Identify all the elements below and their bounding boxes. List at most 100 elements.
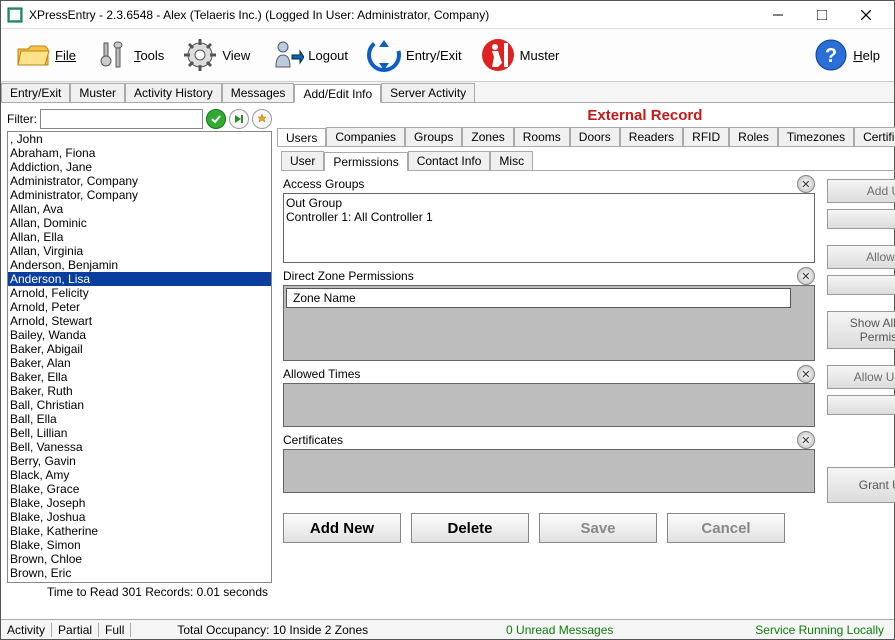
user-list-row[interactable]: Blake, Grace bbox=[8, 482, 271, 496]
user-list-row[interactable]: Arnold, Stewart bbox=[8, 314, 271, 328]
user-list-row[interactable]: Allan, Virginia bbox=[8, 244, 271, 258]
tools-menu[interactable]: Tools bbox=[88, 35, 170, 75]
user-list-row[interactable]: Arnold, Peter bbox=[8, 300, 271, 314]
user-list-row[interactable]: Arnold, Felicity bbox=[8, 286, 271, 300]
right-pane: External Record UsersCompaniesGroupsZone… bbox=[275, 103, 895, 603]
status-bar: Activity Partial Full Total Occupancy: 1… bbox=[1, 619, 894, 639]
save-button[interactable]: Save bbox=[539, 513, 657, 543]
minimize-button[interactable] bbox=[756, 1, 800, 29]
user-list-row[interactable]: Allan, Ava bbox=[8, 202, 271, 216]
user-list-row[interactable]: Allan, Dominic bbox=[8, 216, 271, 230]
maximize-button[interactable] bbox=[800, 1, 844, 29]
help-menu[interactable]: ? Help bbox=[807, 35, 886, 75]
delete-button[interactable]: Delete bbox=[411, 513, 529, 543]
user-list-row[interactable]: Administrator, Company bbox=[8, 188, 271, 202]
main-tab-add-edit-info[interactable]: Add/Edit Info bbox=[294, 84, 381, 103]
status-activity[interactable]: Activity bbox=[1, 623, 52, 637]
access-group-item[interactable]: Out Group bbox=[286, 196, 812, 210]
sub-tab-rooms[interactable]: Rooms bbox=[514, 127, 570, 146]
user-list-row[interactable]: Blake, Simon bbox=[8, 538, 271, 552]
user-list-row[interactable]: Ball, Christian bbox=[8, 398, 271, 412]
filter-star-button[interactable] bbox=[252, 109, 272, 129]
user-list[interactable]: , JohnAbraham, FionaAddiction, JaneAdmin… bbox=[7, 131, 272, 583]
logout-button[interactable]: Logout bbox=[262, 35, 354, 75]
user-list-row[interactable]: Bell, Lillian bbox=[8, 426, 271, 440]
user-list-row[interactable]: Black, Amy bbox=[8, 468, 271, 482]
file-menu[interactable]: File bbox=[9, 35, 82, 75]
status-partial[interactable]: Partial bbox=[52, 623, 99, 637]
sub-tab-certificates[interactable]: Certificates bbox=[854, 127, 895, 146]
add-user-to-group-button[interactable]: Add User to Group bbox=[827, 179, 895, 203]
entry-exit-button[interactable]: Entry/Exit bbox=[360, 35, 468, 75]
sub-tab-companies[interactable]: Companies bbox=[326, 127, 405, 146]
main-tab-entry-exit[interactable]: Entry/Exit bbox=[1, 83, 70, 102]
sub-tab-timezones[interactable]: Timezones bbox=[778, 127, 854, 146]
user-list-row[interactable]: Baker, Ella bbox=[8, 370, 271, 384]
allow-user-to-timezone-button[interactable]: Allow User to Timezone bbox=[827, 365, 895, 389]
action-row: Add New Delete Save Cancel bbox=[277, 507, 895, 543]
certificates-grid[interactable] bbox=[283, 449, 815, 493]
sub-tab-rfid[interactable]: RFID bbox=[683, 127, 729, 146]
allowed-times-grid[interactable] bbox=[283, 383, 815, 427]
user-list-row[interactable]: Addiction, Jane bbox=[8, 160, 271, 174]
grant-user-certificate-button[interactable]: Grant User Certificate bbox=[827, 467, 895, 503]
sub-tab-zones[interactable]: Zones bbox=[462, 127, 513, 146]
main-tab-strip: Entry/ExitMusterActivity HistoryMessages… bbox=[1, 81, 894, 103]
certificates-remove-button[interactable]: ✕ bbox=[797, 431, 815, 449]
close-button[interactable] bbox=[844, 1, 888, 29]
main-tab-activity-history[interactable]: Activity History bbox=[125, 83, 222, 102]
user-list-row[interactable]: Baker, Alan bbox=[8, 356, 271, 370]
allow-user-to-zone-button[interactable]: Allow User to Zone bbox=[827, 245, 895, 269]
group-dropdown[interactable] bbox=[827, 209, 895, 229]
sub-sub-tab-contact-info[interactable]: Contact Info bbox=[408, 151, 491, 170]
user-list-row[interactable]: Berry, Gavin bbox=[8, 454, 271, 468]
user-list-row[interactable]: Brown, Eric bbox=[8, 566, 271, 580]
user-list-row[interactable]: Blake, Joseph bbox=[8, 496, 271, 510]
main-tab-muster[interactable]: Muster bbox=[70, 83, 125, 102]
sub-sub-tab-user[interactable]: User bbox=[281, 151, 324, 170]
user-list-row[interactable]: , John bbox=[8, 132, 271, 146]
user-list-row[interactable]: Anderson, Lisa bbox=[8, 272, 271, 286]
direct-zone-remove-button[interactable]: ✕ bbox=[797, 267, 815, 285]
direct-zone-label: Direct Zone Permissions bbox=[283, 269, 414, 283]
user-list-row[interactable]: Blake, Joshua bbox=[8, 510, 271, 524]
user-list-row[interactable]: Allan, Ella bbox=[8, 230, 271, 244]
user-list-row[interactable]: Administrator, Company bbox=[8, 174, 271, 188]
user-list-row[interactable]: Bailey, Wanda bbox=[8, 328, 271, 342]
access-group-item[interactable]: Controller 1: All Controller 1 bbox=[286, 210, 812, 224]
cancel-button[interactable]: Cancel bbox=[667, 513, 785, 543]
direct-zone-grid[interactable]: Zone Name bbox=[283, 285, 815, 361]
user-list-row[interactable]: Blake, Katherine bbox=[8, 524, 271, 538]
filter-input[interactable] bbox=[40, 109, 203, 129]
main-tab-messages[interactable]: Messages bbox=[222, 83, 295, 102]
user-list-row[interactable]: Anderson, Benjamin bbox=[8, 258, 271, 272]
sub-tab-doors[interactable]: Doors bbox=[570, 127, 620, 146]
allowed-times-remove-button[interactable]: ✕ bbox=[797, 365, 815, 383]
sub-tab-roles[interactable]: Roles bbox=[729, 127, 778, 146]
user-list-row[interactable]: Bell, Vanessa bbox=[8, 440, 271, 454]
sub-tab-users[interactable]: Users bbox=[277, 128, 326, 147]
access-groups-list[interactable]: Out GroupController 1: All Controller 1 bbox=[283, 193, 815, 263]
zone-dropdown[interactable] bbox=[827, 275, 895, 295]
add-new-button[interactable]: Add New bbox=[283, 513, 401, 543]
access-groups-remove-button[interactable]: ✕ bbox=[797, 175, 815, 193]
show-all-zones-button[interactable]: Show All Zones User has Permission to Ac… bbox=[827, 311, 895, 349]
timezone-dropdown[interactable] bbox=[827, 395, 895, 415]
status-full[interactable]: Full bbox=[99, 623, 131, 637]
sub-sub-tab-misc[interactable]: Misc bbox=[490, 151, 533, 170]
main-tab-server-activity[interactable]: Server Activity bbox=[381, 83, 475, 102]
user-list-row[interactable]: Abraham, Fiona bbox=[8, 146, 271, 160]
filter-apply-button[interactable] bbox=[206, 109, 226, 129]
status-unread-messages[interactable]: 0 Unread Messages bbox=[500, 623, 619, 637]
user-list-row[interactable]: Ball, Ella bbox=[8, 412, 271, 426]
direct-zone-section: Direct Zone Permissions ✕ Zone Name bbox=[283, 267, 815, 361]
filter-next-button[interactable] bbox=[229, 109, 249, 129]
sub-sub-tab-permissions[interactable]: Permissions bbox=[324, 152, 407, 171]
user-list-row[interactable]: Baker, Abigail bbox=[8, 342, 271, 356]
view-menu[interactable]: View bbox=[176, 35, 256, 75]
user-list-row[interactable]: Baker, Ruth bbox=[8, 384, 271, 398]
sub-tab-readers[interactable]: Readers bbox=[620, 127, 683, 146]
user-list-row[interactable]: Brown, Chloe bbox=[8, 552, 271, 566]
sub-tab-groups[interactable]: Groups bbox=[405, 127, 462, 146]
muster-button[interactable]: Muster bbox=[474, 35, 566, 75]
